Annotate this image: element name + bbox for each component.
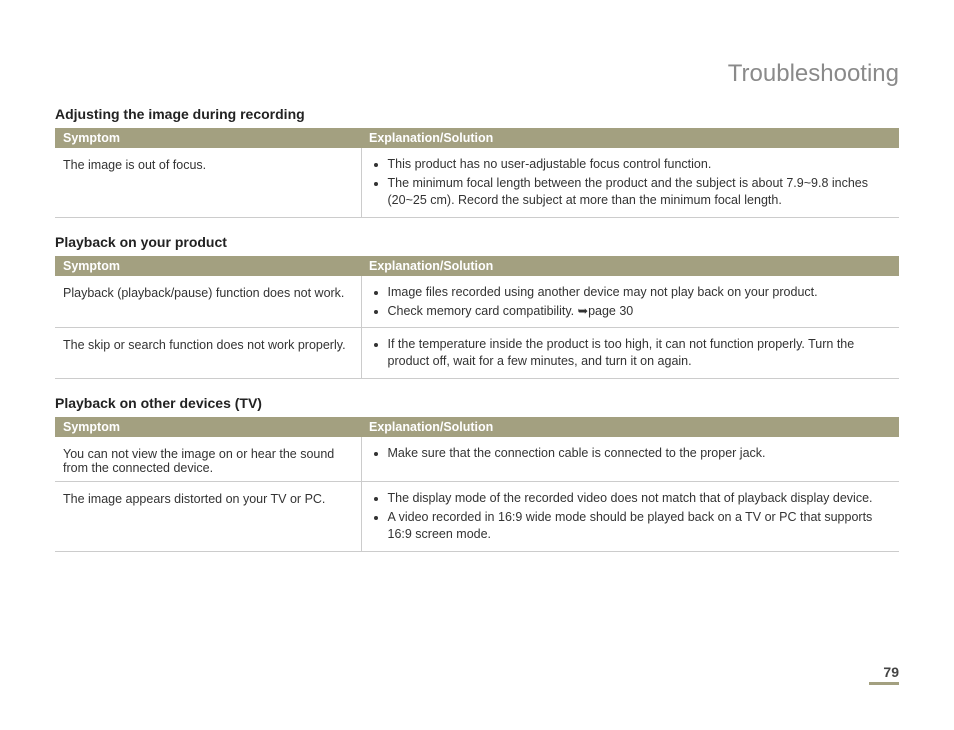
page-number: 79 bbox=[869, 664, 899, 685]
solution-cell: Image files recorded using another devic… bbox=[361, 276, 899, 328]
bullet-item: This product has no user-adjustable focu… bbox=[388, 156, 892, 173]
section-heading-1: Playback on your product bbox=[55, 234, 899, 250]
table-row: The image appears distorted on your TV o… bbox=[55, 482, 899, 552]
bullet-item: Make sure that the connection cable is c… bbox=[388, 445, 892, 462]
table-row: Playback (playback/pause) function does … bbox=[55, 276, 899, 328]
section-heading-0: Adjusting the image during recording bbox=[55, 106, 899, 122]
solution-cell: Make sure that the connection cable is c… bbox=[361, 437, 899, 482]
table-1-header-solution: Explanation/Solution bbox=[361, 256, 899, 276]
table-2-header-symptom: Symptom bbox=[55, 417, 361, 437]
symptom-cell: The skip or search function does not wor… bbox=[55, 328, 361, 379]
bullet-item: A video recorded in 16:9 wide mode shoul… bbox=[388, 509, 892, 543]
table-1: Symptom Explanation/Solution Playback (p… bbox=[55, 256, 899, 380]
bullet-item: The minimum focal length between the pro… bbox=[388, 175, 892, 209]
table-1-header-symptom: Symptom bbox=[55, 256, 361, 276]
symptom-cell: You can not view the image on or hear th… bbox=[55, 437, 361, 482]
page-number-text: 79 bbox=[883, 664, 899, 680]
table-0-header-solution: Explanation/Solution bbox=[361, 128, 899, 148]
table-2-header-solution: Explanation/Solution bbox=[361, 417, 899, 437]
table-0-header-symptom: Symptom bbox=[55, 128, 361, 148]
bullet-item: Image files recorded using another devic… bbox=[388, 284, 892, 301]
section-heading-2: Playback on other devices (TV) bbox=[55, 395, 899, 411]
bullet-item: If the temperature inside the product is… bbox=[388, 336, 892, 370]
symptom-cell: Playback (playback/pause) function does … bbox=[55, 276, 361, 328]
page-title: Troubleshooting bbox=[55, 60, 899, 88]
solution-cell: This product has no user-adjustable focu… bbox=[361, 148, 899, 217]
bullet-item: Check memory card compatibility. ➥page 3… bbox=[388, 303, 892, 320]
page-number-underline bbox=[869, 682, 899, 685]
symptom-cell: The image appears distorted on your TV o… bbox=[55, 482, 361, 552]
bullet-item: The display mode of the recorded video d… bbox=[388, 490, 892, 507]
solution-cell: The display mode of the recorded video d… bbox=[361, 482, 899, 552]
solution-cell: If the temperature inside the product is… bbox=[361, 328, 899, 379]
table-2: Symptom Explanation/Solution You can not… bbox=[55, 417, 899, 552]
page-container: Troubleshooting Adjusting the image duri… bbox=[0, 0, 954, 552]
symptom-cell: The image is out of focus. bbox=[55, 148, 361, 217]
table-row: The skip or search function does not wor… bbox=[55, 328, 899, 379]
table-row: You can not view the image on or hear th… bbox=[55, 437, 899, 482]
table-row: The image is out of focus. This product … bbox=[55, 148, 899, 217]
table-0: Symptom Explanation/Solution The image i… bbox=[55, 128, 899, 218]
